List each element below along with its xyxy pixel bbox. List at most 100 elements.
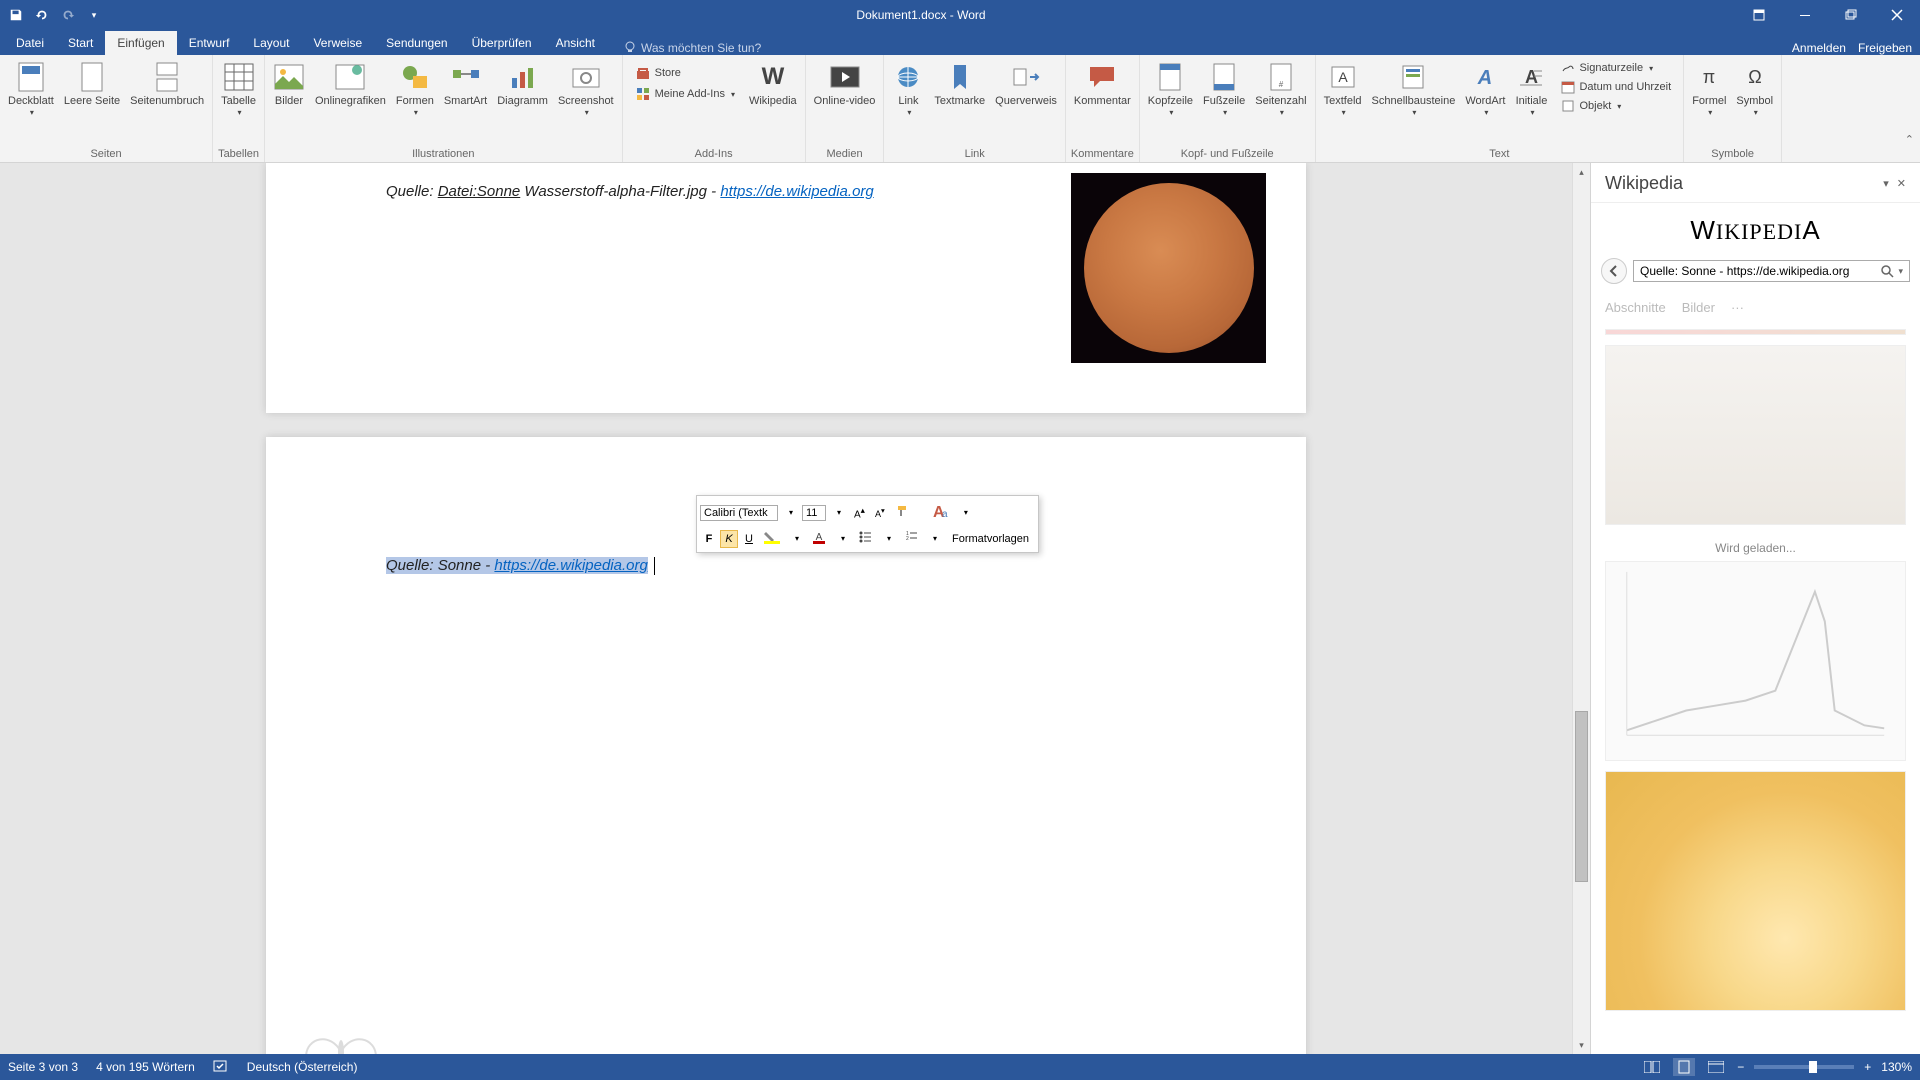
mini-fontcolor-dropdown[interactable]: ▾	[834, 532, 852, 545]
tab-ansicht[interactable]: Ansicht	[544, 31, 607, 55]
p2-link[interactable]: https://de.wikipedia.org	[494, 557, 647, 574]
tell-me-search[interactable]: Was möchten Sie tun?	[623, 41, 761, 55]
signin-link[interactable]: Anmelden	[1792, 41, 1846, 55]
mini-styles-icon[interactable]: Aa	[921, 499, 953, 526]
tab-entwurf[interactable]: Entwurf	[177, 31, 242, 55]
mini-bold[interactable]: F	[700, 531, 718, 547]
tab-ueberpruefen[interactable]: Überprüfen	[460, 31, 544, 55]
mini-numbering-dropdown[interactable]: ▾	[926, 532, 944, 545]
mini-underline[interactable]: U	[740, 531, 758, 547]
objekt-button[interactable]: Objekt ▾	[1555, 97, 1677, 115]
diagramm-button[interactable]: Diagramm	[493, 57, 552, 108]
wiki-image-2[interactable]	[1605, 561, 1906, 761]
store-button[interactable]: Store	[629, 63, 741, 83]
ribbon-display-options[interactable]	[1736, 0, 1782, 30]
mini-font-dropdown[interactable]: ▾	[782, 506, 800, 519]
link-button[interactable]: Link▾	[888, 57, 928, 118]
close-button[interactable]	[1874, 0, 1920, 30]
tab-einfuegen[interactable]: Einfügen	[105, 31, 176, 55]
signaturzeile-button[interactable]: Signaturzeile ▾	[1555, 59, 1677, 77]
wiki-pane-dropdown[interactable]: ▾	[1883, 177, 1889, 190]
tab-file[interactable]: Datei	[4, 31, 56, 55]
meine-addins-button[interactable]: Meine Add-Ins ▾	[629, 84, 741, 104]
zoom-in[interactable]: +	[1864, 1060, 1871, 1074]
onlinevideo-button[interactable]: Online-video	[810, 57, 880, 108]
mini-italic[interactable]: K	[720, 530, 738, 548]
initiale-button[interactable]: A Initiale▾	[1511, 57, 1551, 118]
bilder-button[interactable]: Bilder	[269, 57, 309, 108]
mini-size-dropdown[interactable]: ▾	[830, 506, 848, 519]
status-page[interactable]: Seite 3 von 3	[8, 1060, 78, 1074]
scroll-thumb[interactable]	[1575, 711, 1588, 882]
p1-link2[interactable]: https://de.wikipedia.org	[720, 183, 873, 200]
scroll-down-button[interactable]: ▾	[1573, 1036, 1590, 1054]
seitenumbruch-button[interactable]: Seitenumbruch	[126, 57, 208, 108]
wiki-search-field[interactable]: ▾	[1633, 260, 1910, 282]
mini-bullets[interactable]	[854, 528, 876, 549]
mini-format-painter[interactable]	[891, 502, 913, 523]
mini-grow-font[interactable]: A▴	[850, 503, 869, 522]
status-words[interactable]: 4 von 195 Wörtern	[96, 1060, 195, 1074]
textfeld-button[interactable]: A Textfeld▾	[1320, 57, 1366, 118]
mini-styles-dropdown[interactable]: ▾	[957, 506, 975, 519]
mini-shrink-font[interactable]: A▾	[871, 504, 889, 521]
mini-bullets-dropdown[interactable]: ▾	[880, 532, 898, 545]
status-spellcheck[interactable]	[213, 1059, 229, 1076]
tab-sendungen[interactable]: Sendungen	[374, 31, 459, 55]
smartart-button[interactable]: SmartArt	[440, 57, 491, 108]
view-read-mode[interactable]	[1641, 1058, 1663, 1076]
tab-layout[interactable]: Layout	[241, 31, 301, 55]
vertical-scrollbar[interactable]: ▴ ▾	[1572, 163, 1590, 1054]
wikipedia-button[interactable]: W Wikipedia	[745, 57, 801, 108]
onlinegrafiken-button[interactable]: Onlinegrafiken	[311, 57, 390, 108]
formen-button[interactable]: Formen▾	[392, 57, 438, 118]
wiki-search-input[interactable]	[1640, 264, 1881, 278]
tab-start[interactable]: Start	[56, 31, 105, 55]
mini-fontcolor[interactable]: A	[808, 528, 830, 549]
scroll-track[interactable]	[1573, 181, 1590, 1036]
wiki-search-dropdown[interactable]: ▾	[1898, 266, 1903, 277]
sun-image[interactable]	[1071, 173, 1266, 363]
tab-verweise[interactable]: Verweise	[301, 31, 374, 55]
minimize-button[interactable]	[1782, 0, 1828, 30]
fusszeile-button[interactable]: Fußzeile▾	[1199, 57, 1249, 118]
kommentar-button[interactable]: Kommentar	[1070, 57, 1135, 108]
leere-seite-button[interactable]: Leere Seite	[60, 57, 124, 108]
status-language[interactable]: Deutsch (Österreich)	[247, 1060, 358, 1074]
p1-link1[interactable]: Datei:Sonne	[438, 183, 521, 200]
view-web-layout[interactable]	[1705, 1058, 1727, 1076]
kopfzeile-button[interactable]: Kopfzeile▾	[1144, 57, 1197, 118]
formel-button[interactable]: π Formel▾	[1688, 57, 1730, 118]
scroll-up-button[interactable]: ▴	[1573, 163, 1590, 181]
symbol-button[interactable]: Ω Symbol▾	[1732, 57, 1777, 118]
mini-highlight-dropdown[interactable]: ▾	[788, 532, 806, 545]
maximize-button[interactable]	[1828, 0, 1874, 30]
wiki-image-1[interactable]	[1605, 345, 1906, 525]
undo-button[interactable]	[30, 3, 54, 27]
zoom-out[interactable]: −	[1737, 1060, 1744, 1074]
collapse-ribbon-button[interactable]: ⌃	[1905, 133, 1914, 146]
wordart-button[interactable]: A WordArt▾	[1461, 57, 1509, 118]
document-scroll[interactable]: Quelle: Datei:Sonne Wasserstoff-alpha-Fi…	[0, 163, 1572, 1054]
datumzeit-button[interactable]: Datum und Uhrzeit	[1555, 78, 1677, 96]
mini-formatvorlagen[interactable]: Formatvorlagen	[946, 531, 1035, 547]
mini-numbering[interactable]: 12	[900, 528, 922, 549]
schnellbausteine-button[interactable]: Schnellbausteine▾	[1368, 57, 1460, 118]
mini-highlight[interactable]	[760, 528, 784, 549]
zoom-thumb[interactable]	[1809, 1061, 1817, 1073]
screenshot-button[interactable]: Screenshot▾	[554, 57, 618, 118]
wiki-tab-bilder[interactable]: Bilder	[1682, 300, 1715, 315]
search-icon[interactable]	[1881, 265, 1894, 278]
mini-font-size[interactable]	[802, 505, 826, 521]
zoom-slider[interactable]	[1754, 1065, 1854, 1069]
wiki-back-button[interactable]	[1601, 258, 1627, 284]
wiki-tab-abschnitte[interactable]: Abschnitte	[1605, 300, 1666, 315]
wiki-tab-more[interactable]: ···	[1731, 300, 1744, 315]
redo-button[interactable]	[56, 3, 80, 27]
zoom-level[interactable]: 130%	[1881, 1060, 1912, 1074]
wiki-content[interactable]: Wird geladen...	[1591, 321, 1920, 1054]
selected-text[interactable]: Quelle: Sonne - https://de.wikipedia.org	[386, 557, 648, 574]
deckblatt-button[interactable]: Deckblatt▾	[4, 57, 58, 118]
mini-font-name[interactable]	[700, 505, 778, 521]
share-button[interactable]: Freigeben	[1858, 41, 1912, 55]
